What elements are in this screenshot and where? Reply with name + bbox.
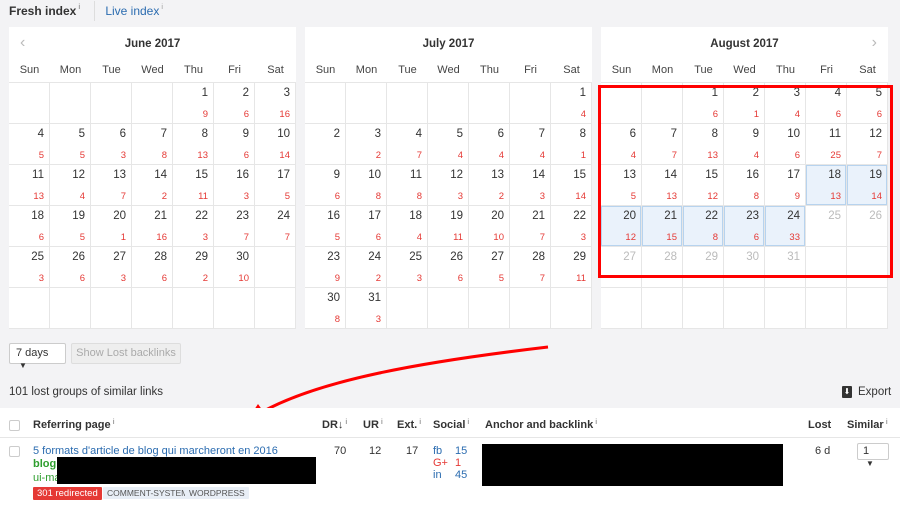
period-select[interactable]: 7 days ▼ bbox=[9, 343, 66, 370]
social-count: 45 bbox=[455, 469, 468, 481]
info-icon: i bbox=[419, 419, 422, 426]
redacted-block bbox=[57, 457, 316, 484]
header-ur[interactable]: UR i bbox=[363, 419, 383, 431]
referring-domain[interactable]: blog. bbox=[33, 458, 59, 470]
header-label: Referring page bbox=[33, 419, 111, 431]
show-lost-backlinks-button[interactable]: Show Lost backlinks bbox=[71, 343, 181, 364]
header-label: UR bbox=[363, 419, 379, 431]
header-label: Social bbox=[433, 419, 466, 431]
referring-page-link[interactable]: 5 formats d'article de blog qui marchero… bbox=[33, 445, 278, 457]
redirect-badge: 301 redirected bbox=[33, 487, 102, 500]
tag-badge[interactable]: WORDPRESS bbox=[185, 487, 249, 499]
info-icon: i bbox=[345, 419, 348, 426]
export-button[interactable]: ⬇ Export bbox=[842, 386, 891, 398]
lost-value: 6 d bbox=[815, 445, 831, 457]
social-network-gplus: G+ bbox=[433, 457, 448, 469]
header-label: Similar bbox=[847, 419, 884, 431]
caret-down-icon: ▼ bbox=[866, 459, 874, 468]
select-all-checkbox[interactable] bbox=[9, 420, 20, 431]
lost-groups-count: 101 lost groups of similar links bbox=[9, 386, 164, 398]
similar-select[interactable]: 1 ▼ bbox=[857, 443, 889, 468]
ext-value: 17 bbox=[406, 445, 419, 457]
row-checkbox[interactable] bbox=[9, 446, 20, 457]
divider bbox=[0, 437, 900, 438]
ur-value: 12 bbox=[369, 445, 382, 457]
social-network-fb: fb bbox=[433, 445, 443, 457]
sort-desc-icon: ↓ bbox=[337, 419, 344, 431]
export-icon: ⬇ bbox=[842, 386, 852, 398]
tag-badge[interactable]: COMMENT-SYSTEMS bbox=[103, 487, 198, 499]
info-icon: i bbox=[595, 419, 598, 426]
header-lost[interactable]: Lost bbox=[808, 419, 831, 431]
header-label: Ext. bbox=[397, 419, 418, 431]
header-social[interactable]: Social i bbox=[433, 419, 469, 431]
info-icon: i bbox=[380, 419, 383, 426]
social-count: 1 bbox=[455, 457, 462, 469]
header-anchor[interactable]: Anchor and backlink i bbox=[485, 419, 597, 431]
social-network-in: in bbox=[433, 469, 442, 481]
info-icon: i bbox=[885, 419, 888, 426]
header-dr[interactable]: DR↓ i bbox=[322, 419, 347, 431]
header-label: DR bbox=[322, 419, 338, 431]
header-label: Anchor and backlink bbox=[485, 419, 594, 431]
header-ext[interactable]: Ext. i bbox=[397, 419, 421, 431]
header-referring-page[interactable]: Referring page i bbox=[33, 419, 115, 431]
info-icon: i bbox=[112, 419, 115, 426]
redacted-block bbox=[482, 444, 783, 486]
caret-down-icon: ▼ bbox=[19, 361, 27, 370]
social-count: 15 bbox=[455, 445, 468, 457]
header-similar[interactable]: Similar i bbox=[847, 419, 888, 431]
dr-value: 70 bbox=[334, 445, 347, 457]
info-icon: i bbox=[467, 419, 470, 426]
